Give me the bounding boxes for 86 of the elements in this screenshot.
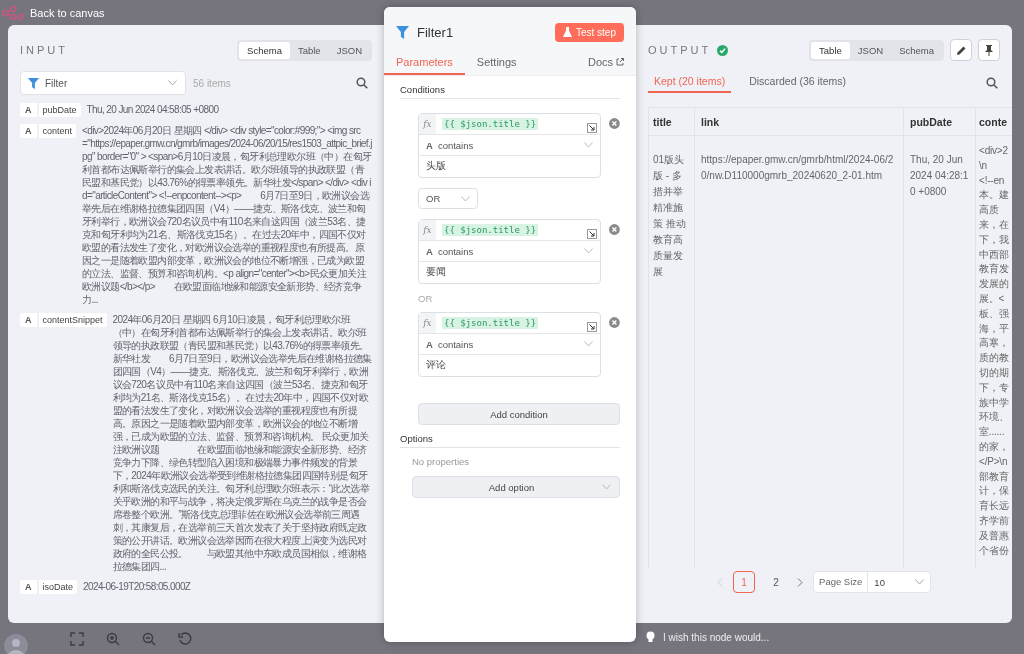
- table-cell-text: <div>2 \n <!--en 本。建 高质 来，在 下，我 中西部 教育发 发展的 展。< 板、强 海，平 高寒， 质的教 切的期 下，专 族中学 环境、 室...... 的家， </P>\n 部教育 计，保 育长远 齐学前 及普惠 个省份: [978, 144, 1010, 558]
- view-tab[interactable]: Table: [811, 41, 850, 59]
- delete-icon[interactable]: [609, 317, 620, 328]
- field-name[interactable]: pubDate: [38, 103, 81, 117]
- operator-dropdown[interactable]: A contains: [419, 334, 601, 355]
- page-size-dropdown[interactable]: 10: [868, 576, 930, 588]
- chevron-down-icon: [461, 195, 470, 202]
- filter-icon: [396, 25, 409, 39]
- combinator-label: OR: [418, 293, 434, 304]
- node-tab[interactable]: Settings: [464, 56, 529, 75]
- fit-view-icon[interactable]: [70, 631, 84, 646]
- value-field[interactable]: 评论: [419, 355, 601, 376]
- back-link[interactable]: Back to canvas: [30, 6, 105, 19]
- type-badge: A: [20, 124, 37, 138]
- combinator-dropdown[interactable]: OR: [418, 188, 478, 209]
- pin-icon: [984, 44, 994, 56]
- add-condition-button[interactable]: Add condition: [418, 403, 620, 425]
- column-header: pubDate: [904, 108, 976, 136]
- table-cell: Thu, 20 Jun 2024 04:28:10 +0800: [904, 136, 976, 569]
- type-badge: A: [20, 580, 37, 594]
- expression-label: fx: [419, 114, 436, 134]
- docs-link[interactable]: Docs: [587, 56, 636, 75]
- chevron-down-icon: [584, 142, 594, 148]
- search-icon[interactable]: [986, 77, 998, 89]
- view-tab[interactable]: Table: [289, 41, 329, 59]
- field-name[interactable]: content: [38, 124, 77, 138]
- page-size-label: Page Size: [814, 572, 869, 592]
- filter-field[interactable]: Filter: [20, 71, 186, 95]
- chevron-down-icon: [602, 484, 611, 490]
- table-cell: 01版头版 - 多措并举精准施策 推动教育高质量发展: [649, 136, 695, 569]
- field-name[interactable]: contentSnippet: [38, 313, 107, 327]
- expression-label: fx: [419, 220, 436, 240]
- feedback-link[interactable]: I wish this node would...: [663, 631, 770, 643]
- search-icon[interactable]: [356, 77, 368, 89]
- expression-label: fx: [419, 313, 436, 333]
- type-badge: A: [20, 313, 37, 327]
- field-value: 2024-06-19T20:58:05.000Z: [82, 580, 192, 593]
- expand-icon[interactable]: [587, 123, 598, 133]
- value-field[interactable]: 头版: [419, 156, 601, 177]
- field-name[interactable]: isoDate: [38, 580, 77, 594]
- next-page-icon[interactable]: [797, 577, 804, 587]
- edit-button[interactable]: [950, 39, 972, 61]
- external-link-icon: [616, 58, 624, 66]
- empty-message: No properties: [411, 456, 471, 467]
- operator-dropdown[interactable]: A contains: [419, 135, 601, 156]
- reset-icon[interactable]: [178, 631, 192, 646]
- avatar-icon[interactable]: [4, 633, 28, 654]
- field-value: <div>2024年06月20日 星期四 </div> <div style="color:#999;"> <img src="https://epaper.gmw.cn/gmrb/images/2024-06/20/15/res1503_attpic_brief.jpg" border="0" > <span>6月10日凌晨，匈牙利总理欧尔班（中）在匈牙利首都布达佩斯举行的集会上发表讲话。欧尔班领导的执政联盟（青民盟和基民党）以43.76%的得票率领先。新华社发</span> </div> <div id="articleContent"> <!--enpcontent--><p> 6月7日至9日，欧洲议会选举先后在维谢格拉德集团四国（V4）——捷克、斯洛伐克、波兰和匈牙利举行，欧洲议会720名议员中有110名来自这四国（波兰53名、捷克和匈牙利均为21名、斯洛伐克15名）。在过去20年中，四国不仅对欧盟的看法发生了变化，对欧洲议会选举的重视程度也有所提高。原因之一是随着欧盟内部变革，欧洲议会的地位不断增强，已成为欧盟的立法、监督、预算和咨询机构。<p align="center"><b>民众更加关注欧洲议题</b></p> 在欧盟面临地缘和能源安全新形势、经济竞争力...: [81, 124, 372, 306]
- logo-icon: [2, 4, 24, 21]
- flask-icon: [562, 27, 572, 37]
- expand-icon[interactable]: [587, 229, 598, 239]
- pin-button[interactable]: [978, 39, 1000, 61]
- field-value: 2024年06月20日 星期四 6月10日凌晨，匈牙利总理欧尔班（中）在匈牙利首都布达佩斯举行的集会上发表讲话。欧尔班领导的执政联盟（青民盟和基民党）以43.76%的得票率领先。新华社发 6月7日至9日，欧洲议会选举先后在维谢格拉德集团四国（V4）——捷克、斯洛伐克、波兰和匈牙利举行，欧洲议会720名议员中有110名来自这四国（波兰53名、捷克和匈牙利均为21名、斯洛伐克15名）。在过去20年中，四国不仅对欧盟的看法发生了变化，对欧洲议会选举的重视程度也有所提高。原因之一是随着欧盟内部变革，欧洲议会的地位不断增强，已成为欧盟的立法、监督、预算和咨询机构。 民众更加关注欧洲议题 在欧盟面临地缘和能源安全新形势、经济竞争力下降、绿色转型陷入困境和极端暴力事件频发的背景下，2024年欧洲议会选举受到维谢格拉德集团四国特别是匈牙利和斯洛伐克选民的关注。匈牙利总理欧尔班表示：“此次选举关乎欧洲的和平与战争，将决定俄罗斯在乌克兰的战争是否会席卷整个欧洲。”斯洛伐克总理菲佐在欧洲议会选举前三周遇刺，其康复后，在选举前三天首次发表了关于坚持政府既定政策的公开讲话。欧洲议会选举因而在很大程度上演变为选民对政府的全民公投。 与欧盟其他中东欧成员国相似，维谢格拉德集团四...: [111, 313, 372, 573]
- page-button[interactable]: 2: [765, 571, 788, 593]
- value-field[interactable]: 要闻: [419, 262, 601, 283]
- view-tab[interactable]: JSON: [328, 41, 370, 59]
- result-tab[interactable]: Discarded (36 items): [743, 75, 853, 93]
- delete-icon[interactable]: [609, 224, 620, 235]
- node-title[interactable]: Filter1: [417, 24, 454, 40]
- delete-icon[interactable]: [609, 118, 620, 129]
- lightbulb-icon: [646, 631, 655, 643]
- panel-title: INPUT: [20, 44, 68, 56]
- expand-icon[interactable]: [587, 322, 598, 332]
- operator-dropdown[interactable]: A contains: [419, 241, 601, 262]
- chevron-down-icon: [584, 341, 594, 347]
- field-value: Thu, 20 Jun 2024 04:58:05 +0800: [85, 103, 220, 116]
- view-tab[interactable]: Schema: [239, 41, 290, 59]
- chevron-down-icon: [914, 579, 924, 585]
- column-header: link: [695, 108, 904, 136]
- zoom-in-icon[interactable]: [106, 631, 120, 646]
- chevron-down-icon: [168, 80, 177, 86]
- item-count: 56 items: [193, 77, 231, 89]
- filter-icon: [28, 78, 39, 89]
- view-tab[interactable]: Schema: [891, 41, 942, 59]
- zoom-out-icon[interactable]: [142, 631, 156, 646]
- column-header: title: [649, 108, 695, 136]
- table-cell: https://epaper.gmw.cn/gmrb/html/2024-06/20/nw.D110000gmrb_20240620_2-01.htm: [695, 136, 904, 569]
- column-header: conte: [976, 108, 1012, 136]
- panel-title: OUTPUT: [648, 44, 712, 56]
- view-tab[interactable]: JSON: [849, 41, 892, 59]
- chevron-down-icon: [584, 248, 594, 254]
- pencil-icon: [955, 44, 967, 56]
- add-option-dropdown[interactable]: Add option: [412, 476, 620, 498]
- section-heading: Options: [400, 433, 620, 448]
- type-badge: A: [20, 103, 37, 117]
- section-heading: Conditions: [400, 84, 620, 99]
